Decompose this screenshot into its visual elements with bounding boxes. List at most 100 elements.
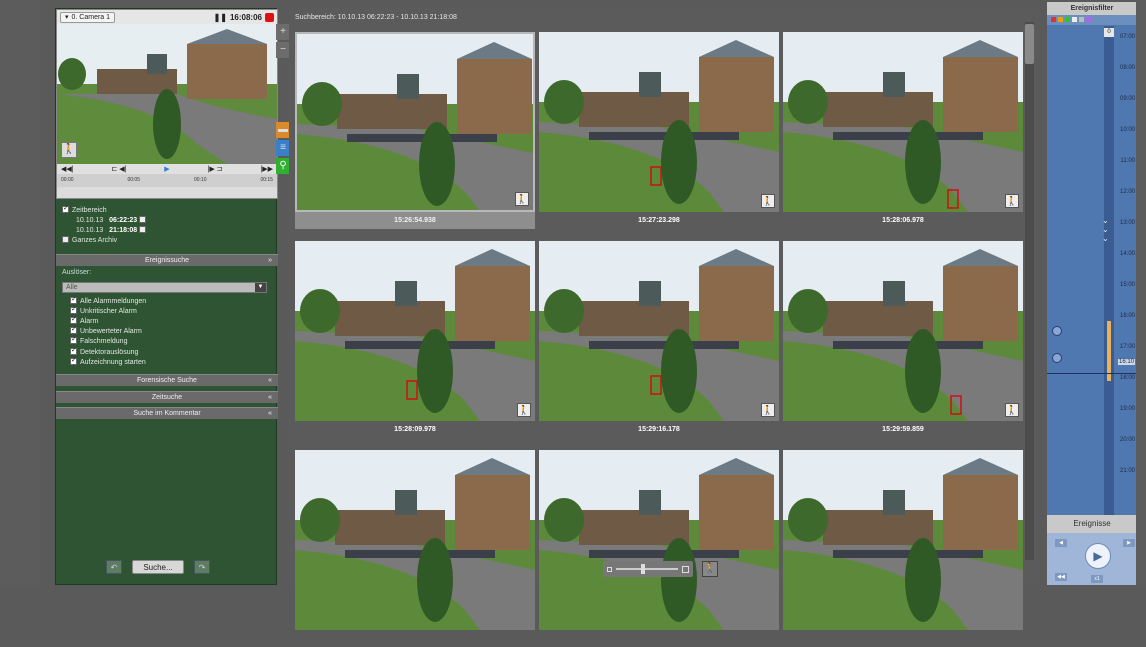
from-row[interactable]: 10.10.13 06:22:23: [62, 216, 149, 226]
redo-icon[interactable]: ↷: [194, 560, 210, 574]
section-kommentar[interactable]: Suche im Kommentar «: [56, 407, 278, 419]
section-forensische[interactable]: Forensische Suche «: [56, 374, 278, 386]
thumbnail-7[interactable]: [295, 450, 535, 647]
thumbnail-4[interactable]: 🚶 15:28:09.978: [295, 241, 535, 438]
thumbnail-3[interactable]: 🚶 15:28:06.978: [783, 32, 1023, 229]
ausloser-select[interactable]: Alle ▼: [62, 282, 267, 293]
person-filter-icon[interactable]: 🚶: [702, 561, 718, 577]
zoom-out-icon[interactable]: [607, 566, 612, 572]
events-title: Ereignisse: [1047, 515, 1137, 533]
calendar-icon: [139, 216, 147, 223]
section-ereignissuche[interactable]: Ereignissuche»: [56, 254, 278, 266]
check-alle[interactable]: Alle Alarmmeldungen: [70, 295, 146, 307]
thumbnail-frame[interactable]: 🚶: [295, 32, 535, 212]
filter-white-icon[interactable]: [1072, 17, 1077, 22]
thumbnail-frame[interactable]: [783, 450, 1023, 630]
person-detected-icon[interactable]: 🚶: [515, 192, 529, 206]
check-unkritisch[interactable]: Unkritischer Alarm: [70, 305, 146, 317]
person-detected-icon[interactable]: 🚶: [761, 194, 775, 208]
thumbnail-frame[interactable]: 🚶: [783, 32, 1023, 212]
walker-icon[interactable]: 🚶: [61, 142, 77, 158]
hour-label: 15:00: [1119, 282, 1135, 288]
thumbnail-frame[interactable]: 🚶: [295, 241, 535, 421]
range-end-knob[interactable]: [1052, 353, 1062, 363]
event-filter-title: Ereignisfilter: [1047, 2, 1137, 15]
layout-icon[interactable]: ▬: [276, 122, 290, 138]
search-icon[interactable]: ⚲: [276, 158, 290, 174]
thumbnail-frame[interactable]: 🚶: [539, 32, 779, 212]
ganzes-archiv-checkbox[interactable]: Ganzes Archiv: [62, 236, 149, 246]
search-actions: ↶ Suche... ↷: [106, 560, 210, 574]
person-detected-icon[interactable]: 🚶: [1005, 194, 1019, 208]
search-button[interactable]: Suche...: [132, 560, 184, 574]
thumbnail-time: 15:26:54.938: [295, 212, 535, 229]
hour-label: 10:00: [1119, 127, 1135, 133]
filter-purple-icon[interactable]: [1086, 17, 1091, 22]
prev-event-icon[interactable]: ◀: [1055, 539, 1067, 547]
hour-scale: 07:00 08:00 09:00 10:00 11:00 12:00 13:00 14:00…: [1117, 26, 1137, 516]
range-start-knob[interactable]: [1052, 326, 1062, 336]
step-forward-icon[interactable]: |▶ ⊐: [208, 165, 223, 173]
filter-green-icon[interactable]: [1065, 17, 1070, 22]
hour-label: 17:00: [1119, 344, 1135, 350]
thumbnail-frame[interactable]: [295, 450, 535, 630]
zeitbereich-checkbox[interactable]: Zeitbereich: [62, 204, 149, 216]
chevron-up-icon: «: [268, 394, 272, 401]
hour-label: 11:00: [1120, 158, 1135, 164]
thumbnail-frame[interactable]: 🚶: [539, 241, 779, 421]
zoom-slider[interactable]: [603, 561, 693, 577]
thumbnail-5[interactable]: 🚶 15:29:16.178: [539, 241, 779, 438]
search-panel: ▾ 0. Camera 1 ❚❚ 16:08:06 🚶 ◀◀| ⊏ ◀| ▶ |…: [55, 8, 290, 585]
speed-icon[interactable]: x1: [1091, 575, 1103, 583]
hour-label: 14:00: [1119, 251, 1135, 257]
hour-label: 21:00: [1119, 468, 1135, 474]
play-events-button[interactable]: ▶: [1085, 543, 1111, 569]
event-type-list: Alle Alarmmeldungen Unkritischer Alarm A…: [70, 295, 146, 368]
thumbnail-9[interactable]: [783, 450, 1023, 647]
chevron-up-icon: «: [268, 377, 272, 384]
next-event-icon[interactable]: ▶: [1123, 539, 1135, 547]
pause-icon[interactable]: ❚❚: [214, 13, 227, 22]
skip-forward-icon[interactable]: |▶▶: [260, 165, 273, 173]
event-player: ◀ ▶ ▶ ◀◀ x1: [1047, 533, 1137, 585]
filter-red-icon[interactable]: [1051, 17, 1056, 22]
hour-label: 13:00: [1119, 220, 1135, 226]
undo-icon[interactable]: ↶: [106, 560, 122, 574]
skip-back-icon[interactable]: ◀◀|: [61, 165, 74, 173]
camera-select[interactable]: ▾ 0. Camera 1: [60, 11, 116, 23]
person-detected-icon[interactable]: 🚶: [761, 403, 775, 417]
person-detected-icon[interactable]: 🚶: [517, 403, 531, 417]
check-alarm[interactable]: Alarm: [70, 315, 146, 327]
event-timeline[interactable]: 0 ⌄ ⌄ ⌄ 07:00 08:00 09:00 10:00 11:00 12:00 13:0…: [1047, 26, 1137, 516]
to-row[interactable]: 10.10.13 21:18:08: [62, 226, 149, 236]
thumbnail-8[interactable]: [539, 450, 779, 647]
camera-video[interactable]: 🚶: [57, 24, 277, 164]
thumbnail-time: 15:28:09.978: [394, 426, 436, 433]
step-back-icon[interactable]: ⊏ ◀|: [111, 165, 126, 173]
thumbnail-6[interactable]: 🚶 15:29:59.859: [783, 241, 1023, 438]
list-icon[interactable]: ≡: [276, 140, 290, 156]
timeline-scale[interactable]: 00:00 00:05 00:10 00:15: [57, 174, 277, 187]
zoom-in-icon[interactable]: [682, 565, 689, 573]
event-markers: ⌄ ⌄ ⌄: [1102, 216, 1109, 243]
thumbnail-frame[interactable]: 🚶: [783, 241, 1023, 421]
check-unbewertet[interactable]: Unbewerteter Alarm: [70, 325, 146, 337]
minus-icon[interactable]: −: [276, 42, 290, 58]
filter-grey-icon[interactable]: [1079, 17, 1084, 22]
thumbnail-2[interactable]: 🚶 15:27:23.298: [539, 32, 779, 229]
record-icon[interactable]: [265, 12, 274, 22]
section-zeitsuche[interactable]: Zeitsuche «: [56, 391, 278, 403]
check-detektor[interactable]: Detektorauslösung: [70, 346, 146, 358]
play-icon[interactable]: ▶: [164, 165, 169, 173]
thumbnail-time: [783, 630, 1023, 647]
check-aufzeichnung[interactable]: Aufzeichnung starten: [70, 356, 146, 368]
thumbnail-1[interactable]: 🚶 15:26:54.938: [295, 32, 535, 229]
filter-orange-icon[interactable]: [1058, 17, 1063, 22]
plus-icon[interactable]: +: [276, 24, 290, 40]
check-falschmeldung[interactable]: Falschmeldung: [70, 335, 146, 347]
results-scrollbar[interactable]: [1025, 22, 1034, 560]
person-detected-icon[interactable]: 🚶: [1005, 403, 1019, 417]
thumbnail-frame[interactable]: [539, 450, 779, 630]
rewind-icon[interactable]: ◀◀: [1055, 573, 1067, 581]
hour-label: 18:00: [1119, 375, 1135, 381]
